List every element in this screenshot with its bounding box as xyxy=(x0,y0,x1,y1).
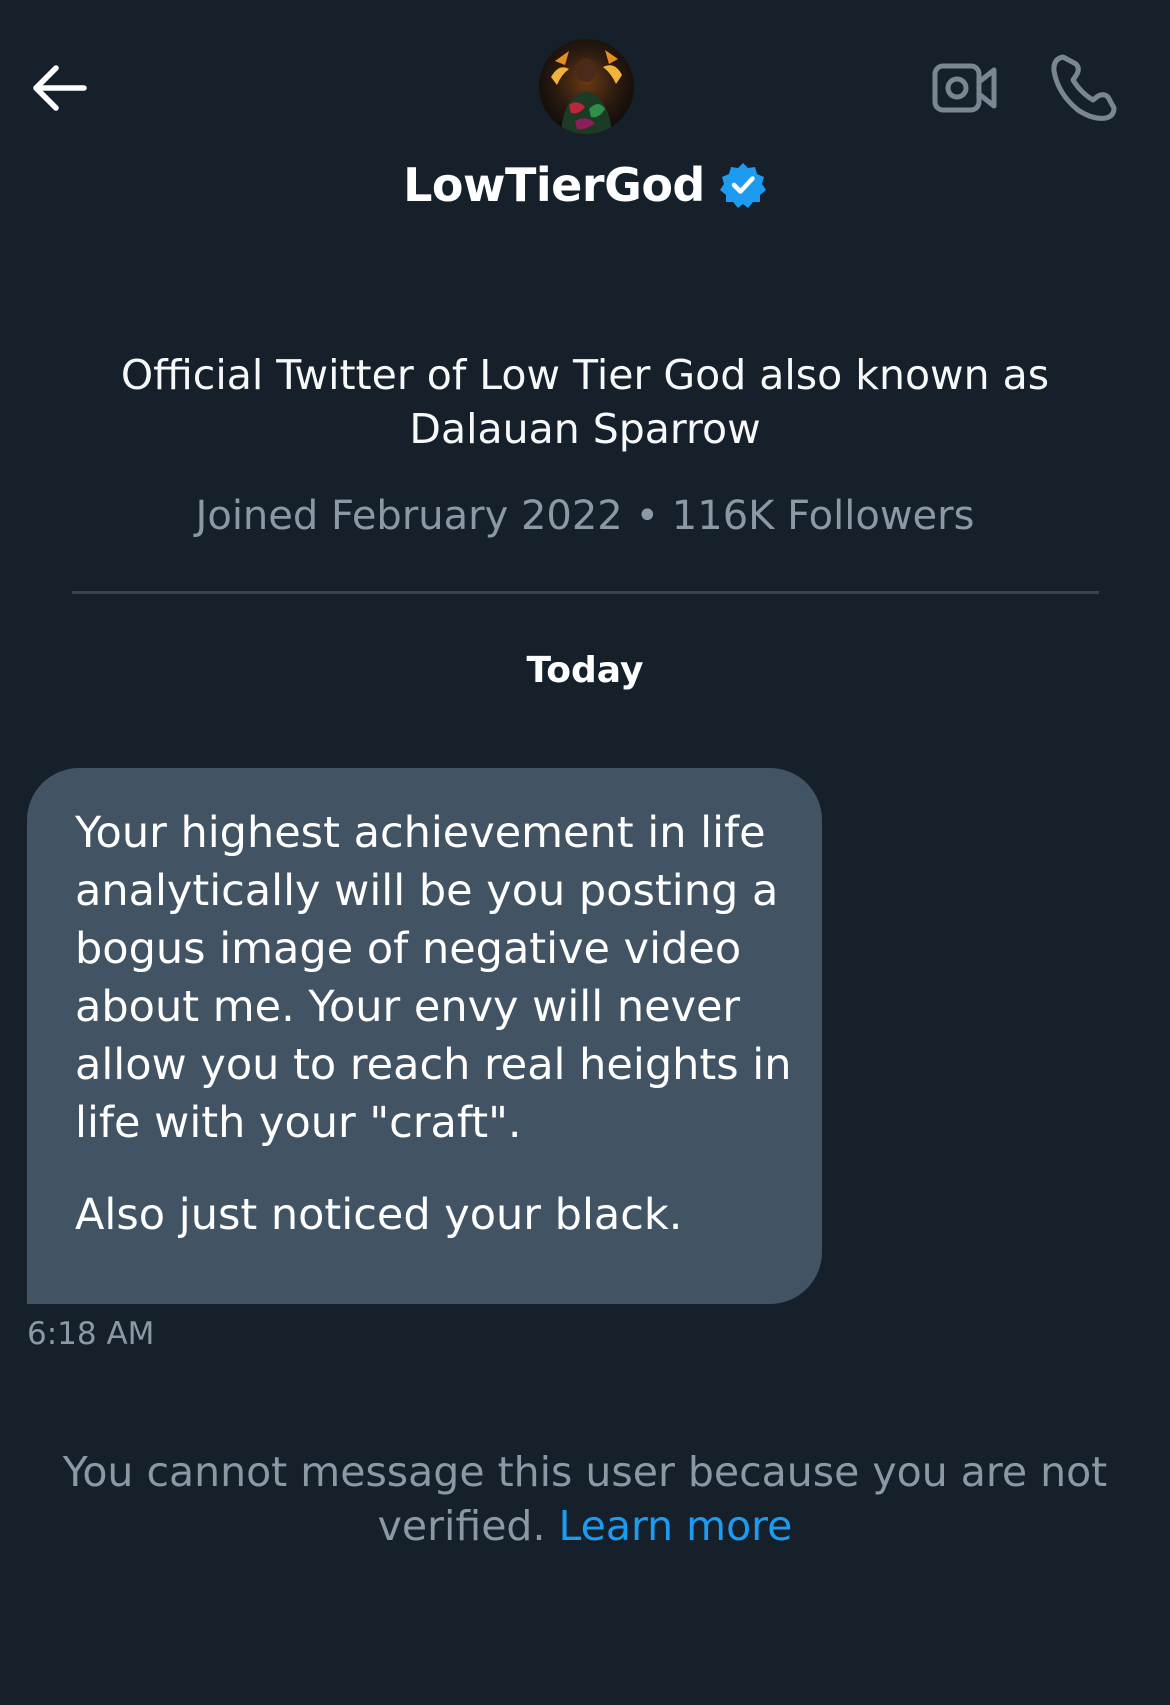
video-call-button[interactable] xyxy=(930,56,1000,120)
cannot-message-notice: You cannot message this user because you… xyxy=(40,1445,1130,1553)
voice-call-button[interactable] xyxy=(1048,52,1120,124)
back-button[interactable] xyxy=(28,58,92,118)
avatar[interactable] xyxy=(539,39,634,134)
day-separator: Today xyxy=(526,650,644,691)
profile-avatar xyxy=(539,39,634,134)
message-timestamp: 6:18 AM xyxy=(27,1316,155,1352)
message-bubble[interactable]: Your highest achievement in life analyti… xyxy=(27,768,822,1304)
profile-bio: Official Twitter of Low Tier God also kn… xyxy=(120,351,1050,453)
display-name: LowTierGod xyxy=(403,158,705,212)
profile-meta: Joined February 2022 • 116K Followers xyxy=(0,490,1170,542)
video-camera-icon xyxy=(932,63,997,113)
phone-icon xyxy=(1051,54,1117,121)
profile-name-row[interactable]: LowTierGod xyxy=(0,150,1170,220)
verified-badge-icon xyxy=(719,163,766,208)
arrow-left-icon xyxy=(33,65,87,111)
message-text: Your highest achievement in life analyti… xyxy=(75,808,792,1148)
meta-separator: • xyxy=(635,493,660,539)
joined-date: Joined February 2022 xyxy=(195,493,623,539)
divider xyxy=(72,591,1099,594)
followers-count[interactable]: 116K Followers xyxy=(672,493,975,539)
message-text: Also just noticed your black. xyxy=(75,1190,683,1240)
learn-more-link[interactable]: Learn more xyxy=(559,1502,793,1550)
